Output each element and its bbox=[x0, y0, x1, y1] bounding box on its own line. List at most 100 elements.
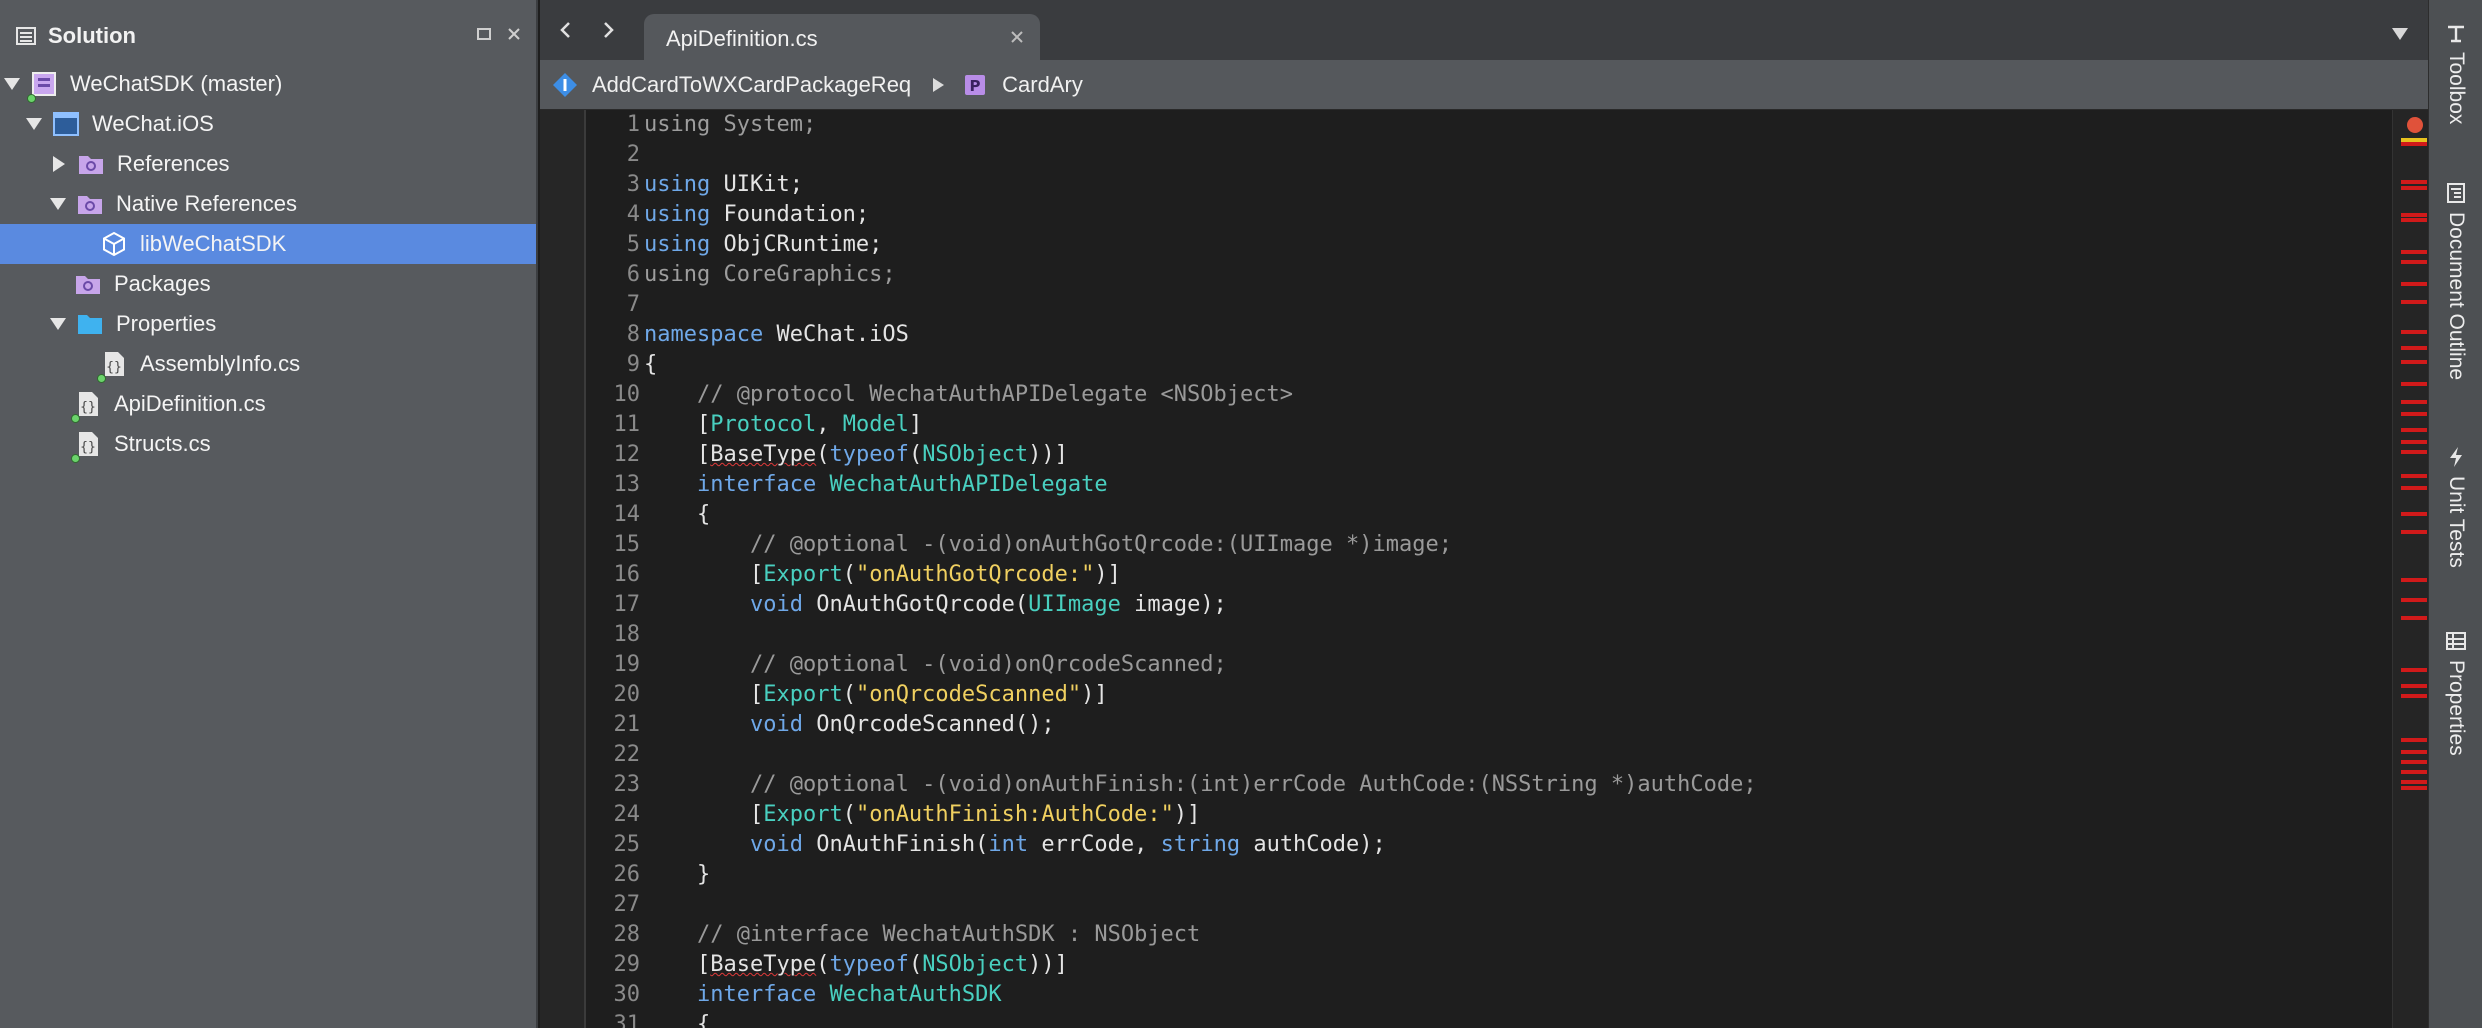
code-line[interactable]: 21 void OnQrcodeScanned(); bbox=[586, 710, 2380, 740]
collapse-arrow-icon[interactable] bbox=[4, 78, 20, 90]
code-line[interactable]: 10 // @protocol WechatAuthAPIDelegate <N… bbox=[586, 380, 2380, 410]
error-marker[interactable] bbox=[2401, 770, 2427, 774]
expand-arrow-icon[interactable] bbox=[53, 156, 65, 172]
error-marker[interactable] bbox=[2401, 684, 2427, 688]
error-marker[interactable] bbox=[2401, 786, 2427, 790]
error-marker[interactable] bbox=[2401, 474, 2427, 478]
code-line[interactable]: 22 bbox=[586, 740, 2380, 770]
error-indicator-icon[interactable] bbox=[2406, 116, 2424, 134]
code-line[interactable]: 15 // @optional -(void)onAuthGotQrcode:(… bbox=[586, 530, 2380, 560]
code-line[interactable]: 28 // @interface WechatAuthSDK : NSObjec… bbox=[586, 920, 2380, 950]
code-line[interactable]: 16 [Export("onAuthGotQrcode:")] bbox=[586, 560, 2380, 590]
code-line[interactable]: 26 } bbox=[586, 860, 2380, 890]
editor-gutter[interactable] bbox=[540, 110, 584, 1028]
code-line[interactable]: 27 bbox=[586, 890, 2380, 920]
tree-item-solution[interactable]: WeChatSDK (master) bbox=[0, 64, 536, 104]
error-marker[interactable] bbox=[2401, 694, 2427, 698]
code-line[interactable]: 11 [Protocol, Model] bbox=[586, 410, 2380, 440]
error-marker[interactable] bbox=[2401, 346, 2427, 350]
error-marker[interactable] bbox=[2401, 512, 2427, 516]
error-marker[interactable] bbox=[2401, 400, 2427, 404]
code-line[interactable]: 17 void OnAuthGotQrcode(UIImage image); bbox=[586, 590, 2380, 620]
code-line[interactable]: 13 interface WechatAuthAPIDelegate bbox=[586, 470, 2380, 500]
error-marker[interactable] bbox=[2401, 186, 2427, 190]
code-line[interactable]: 9{ bbox=[586, 350, 2380, 380]
tree-item-references[interactable]: References bbox=[0, 144, 536, 184]
code-line[interactable]: 30 interface WechatAuthSDK bbox=[586, 980, 2380, 1010]
code-line[interactable]: 1 using System; bbox=[586, 110, 2380, 140]
error-marker[interactable] bbox=[2401, 760, 2427, 764]
navigate-forward-icon[interactable] bbox=[596, 18, 620, 42]
error-marker[interactable] bbox=[2401, 616, 2427, 620]
error-marker[interactable] bbox=[2401, 578, 2427, 582]
collapse-arrow-icon[interactable] bbox=[26, 118, 42, 130]
error-marker[interactable] bbox=[2401, 738, 2427, 742]
tree-item-assemblyinfo[interactable]: {} AssemblyInfo.cs bbox=[0, 344, 536, 384]
code-line[interactable]: 29 [BaseType(typeof(NSObject))] bbox=[586, 950, 2380, 980]
code-line[interactable]: 4 using Foundation; bbox=[586, 200, 2380, 230]
code-line[interactable]: 5 using ObjCRuntime; bbox=[586, 230, 2380, 260]
error-marker[interactable] bbox=[2401, 486, 2427, 490]
collapse-arrow-icon[interactable] bbox=[50, 318, 66, 330]
error-marker[interactable] bbox=[2401, 282, 2427, 286]
tree-item-project[interactable]: WeChat.iOS bbox=[0, 104, 536, 144]
code-line[interactable]: 3 using UIKit; bbox=[586, 170, 2380, 200]
error-marker[interactable] bbox=[2401, 412, 2427, 416]
navigate-back-icon[interactable] bbox=[554, 18, 578, 42]
error-marker[interactable] bbox=[2401, 530, 2427, 534]
error-marker[interactable] bbox=[2401, 330, 2427, 334]
collapse-arrow-icon[interactable] bbox=[50, 198, 66, 210]
error-marker[interactable] bbox=[2401, 750, 2427, 754]
code-text: [Export("onAuthGotQrcode:")] bbox=[644, 562, 1121, 587]
breadcrumb-class[interactable]: AddCardToWXCardPackageReq bbox=[592, 72, 911, 98]
tree-item-structs[interactable]: {} Structs.cs bbox=[0, 424, 536, 464]
maximize-pad-icon[interactable] bbox=[476, 26, 492, 42]
breadcrumb-separator-icon bbox=[933, 77, 945, 92]
code-line[interactable]: 19 // @optional -(void)onQrcodeScanned; bbox=[586, 650, 2380, 680]
error-marker[interactable] bbox=[2401, 260, 2427, 264]
dock-properties[interactable]: Properties bbox=[2429, 630, 2482, 756]
tree-item-packages[interactable]: Packages bbox=[0, 264, 536, 304]
error-marker[interactable] bbox=[2401, 382, 2427, 386]
tree-item-libwechatsdk[interactable]: libWeChatSDK bbox=[0, 224, 536, 264]
tab-dropdown-icon[interactable] bbox=[2392, 28, 2408, 40]
error-marker[interactable] bbox=[2401, 450, 2427, 454]
code-editor[interactable]: 1 using System; 2 3 using UIKit; 4 using Found… bbox=[540, 110, 2428, 1028]
code-line[interactable]: 2 bbox=[586, 140, 2380, 170]
error-marker[interactable] bbox=[2401, 180, 2427, 184]
error-marker[interactable] bbox=[2401, 300, 2427, 304]
error-marker[interactable] bbox=[2401, 213, 2427, 217]
error-marker[interactable] bbox=[2401, 360, 2427, 364]
code-line[interactable]: 20 [Export("onQrcodeScanned")] bbox=[586, 680, 2380, 710]
code-line[interactable]: 23 // @optional -(void)onAuthFinish:(int… bbox=[586, 770, 2380, 800]
code-line[interactable]: 18 bbox=[586, 620, 2380, 650]
error-marker[interactable] bbox=[2401, 218, 2427, 222]
code-line[interactable]: 31 { bbox=[586, 1010, 2380, 1028]
error-marker[interactable] bbox=[2401, 250, 2427, 254]
breadcrumb-member[interactable]: CardAry bbox=[1002, 72, 1083, 98]
dock-toolbox[interactable]: Toolbox bbox=[2429, 22, 2482, 124]
code-line[interactable]: 25 void OnAuthFinish(int errCode, string… bbox=[586, 830, 2380, 860]
code-line[interactable]: 24 [Export("onAuthFinish:AuthCode:")] bbox=[586, 800, 2380, 830]
code-line[interactable]: 8 namespace WeChat.iOS bbox=[586, 320, 2380, 350]
tree-item-native-references[interactable]: Native References bbox=[0, 184, 536, 224]
error-marker[interactable] bbox=[2401, 668, 2427, 672]
code-line[interactable]: 7 bbox=[586, 290, 2380, 320]
error-marker[interactable] bbox=[2401, 428, 2427, 432]
error-marker[interactable] bbox=[2401, 780, 2427, 784]
close-tab-icon[interactable] bbox=[1008, 28, 1026, 46]
code-line[interactable]: 12 [BaseType(typeof(NSObject))] bbox=[586, 440, 2380, 470]
code-line[interactable]: 6 using CoreGraphics; bbox=[586, 260, 2380, 290]
warning-marker[interactable] bbox=[2401, 138, 2427, 142]
code-line[interactable]: 14 { bbox=[586, 500, 2380, 530]
error-marker[interactable] bbox=[2401, 440, 2427, 444]
tab-apidefinition[interactable]: ApiDefinition.cs bbox=[644, 14, 1040, 60]
tree-item-apidefinition[interactable]: {} ApiDefinition.cs bbox=[0, 384, 536, 424]
close-pad-icon[interactable] bbox=[506, 26, 522, 42]
error-marker[interactable] bbox=[2401, 142, 2427, 146]
tree-item-properties[interactable]: Properties bbox=[0, 304, 536, 344]
dock-document-outline[interactable]: Document Outline bbox=[2429, 182, 2482, 380]
error-marker[interactable] bbox=[2401, 598, 2427, 602]
overview-ruler[interactable] bbox=[2392, 110, 2428, 1028]
dock-unit-tests[interactable]: Unit Tests bbox=[2429, 446, 2482, 568]
